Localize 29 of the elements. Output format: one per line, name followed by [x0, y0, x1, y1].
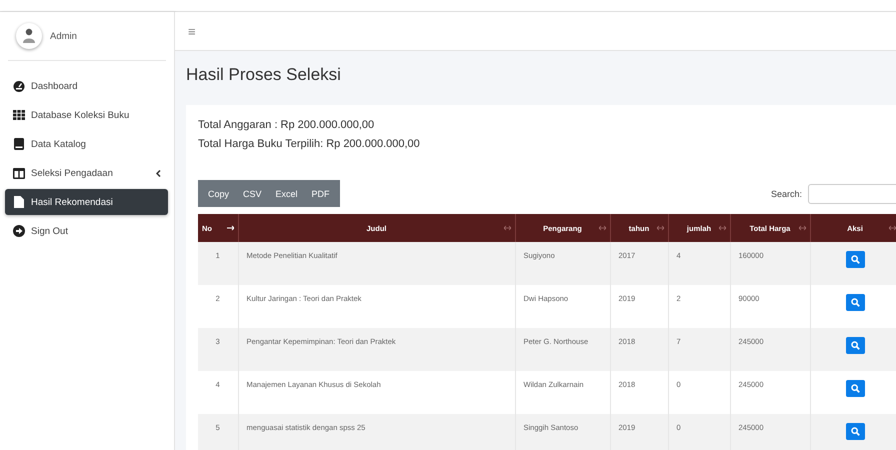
summary-text: Total Harga Buku Terpilih: Rp 200.000.000,00 [198, 138, 421, 150]
file-icon [14, 196, 24, 208]
view-button[interactable] [846, 380, 864, 397]
dashboard-icon [12, 80, 24, 92]
view-button[interactable] [846, 294, 864, 311]
search-icon [850, 427, 860, 436]
book-icon [14, 138, 24, 150]
menu-button[interactable]: ≡ [188, 24, 196, 38]
sidebar-item[interactable]: Database Koleksi Buku [5, 102, 168, 128]
view-button[interactable] [846, 423, 864, 440]
search-icon [850, 341, 860, 350]
sidebar-item[interactable]: Sign Out [5, 218, 168, 244]
search-label: Search: [770, 188, 802, 198]
search-icon [850, 384, 860, 393]
page-title: Hasil Proses Seleksi [185, 64, 342, 86]
sidebar-item[interactable]: Dashboard [5, 73, 168, 99]
user-name: Admin [50, 30, 77, 42]
view-button[interactable] [846, 251, 864, 268]
grid-icon [12, 109, 24, 121]
view-button[interactable] [846, 337, 864, 354]
person-icon [22, 28, 36, 44]
sign-out-icon [12, 225, 24, 237]
sidebar-item[interactable]: Hasil Rekomendasi [5, 189, 168, 215]
sidebar-item[interactable]: Seleksi Pengadaan [5, 160, 168, 186]
search-icon [850, 255, 860, 264]
summary-text: Total Anggaran : Rp 200.000.000,00 [198, 119, 376, 131]
sidebar-item[interactable]: Data Katalog [5, 131, 168, 157]
columns-icon [12, 168, 24, 178]
search-icon [850, 298, 860, 307]
